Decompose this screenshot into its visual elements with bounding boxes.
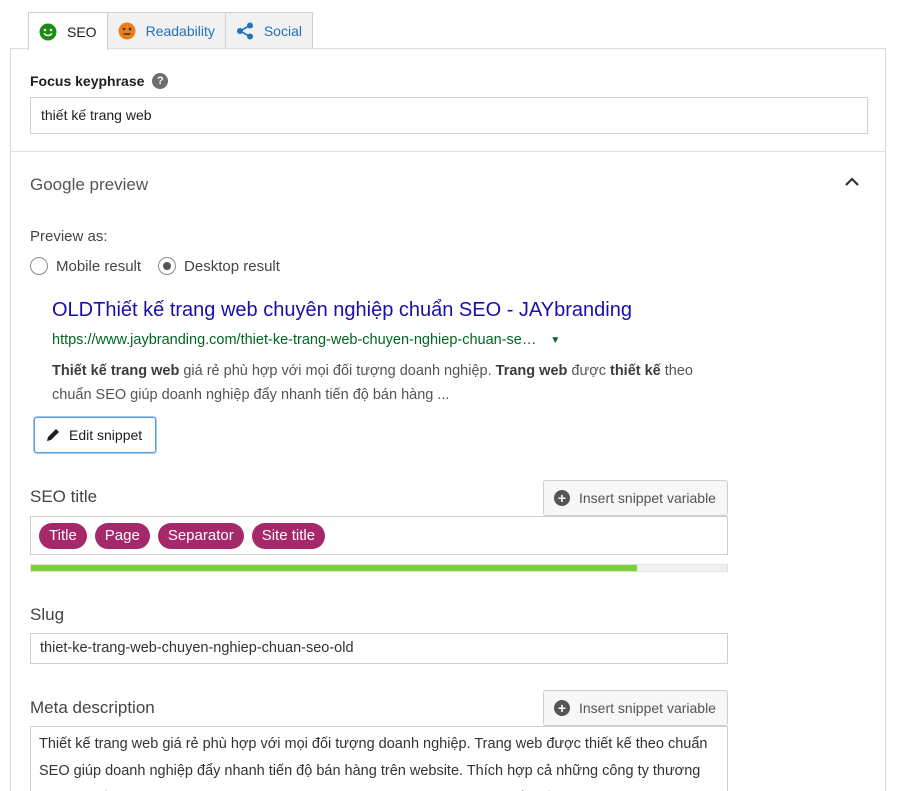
meta-description-label: Meta description — [30, 698, 155, 717]
chevron-up-icon[interactable] — [843, 173, 861, 191]
desc-text-2: được — [567, 363, 610, 379]
smiley-orange-icon — [118, 22, 136, 40]
meta-description-insert-variable-button[interactable]: + Insert snippet variable — [543, 690, 728, 726]
preview-mode-radios: Mobile result Desktop result — [30, 257, 297, 275]
snippet-variable-title[interactable]: Title — [39, 522, 87, 549]
mobile-result-option[interactable]: Mobile result — [30, 257, 141, 275]
desc-bold-1: Thiết kế trang web — [52, 363, 180, 379]
snippet-preview-title[interactable]: OLDThiết kế trang web chuyên nghiệp chuẩ… — [52, 299, 632, 322]
snippet-variable-separator[interactable]: Separator — [157, 522, 244, 549]
tab-readability-label: Readability — [145, 23, 215, 39]
mobile-result-label: Mobile result — [56, 257, 142, 275]
seo-panel: Focus keyphrase ? thiết kế trang web Goo… — [10, 48, 886, 791]
insert-variable-label: Insert snippet variable — [579, 490, 716, 506]
metabox-tabs: SEO Readability Social — [28, 12, 313, 50]
pencil-icon — [45, 427, 61, 443]
tab-readability[interactable]: Readability — [106, 12, 226, 49]
slug-input[interactable]: thiet-ke-trang-web-chuyen-nghiep-chuan-s… — [30, 633, 728, 664]
meta-description-input[interactable]: Thiết kế trang web giá rẻ phù hợp với mọ… — [30, 726, 728, 791]
share-icon — [236, 22, 254, 40]
progress-fill — [31, 565, 637, 571]
seo-title-label: SEO title — [30, 487, 98, 506]
snippet-variable-page[interactable]: Page — [94, 522, 150, 549]
focus-keyphrase-label: Focus keyphrase ? — [30, 73, 169, 89]
snippet-preview-url[interactable]: https://www.jaybranding.com/thiet-ke-tra… — [52, 332, 560, 348]
seo-title-length-progress — [30, 564, 728, 572]
preview-as-label: Preview as: — [30, 228, 108, 245]
tab-social-label: Social — [263, 23, 302, 39]
insert-variable-label: Insert snippet variable — [579, 700, 716, 716]
snippet-preview-description[interactable]: Thiết kế trang web giá rẻ phù hợp với mọ… — [52, 359, 712, 407]
slug-label: Slug — [30, 605, 65, 624]
desktop-result-radio[interactable] — [158, 257, 177, 275]
smiley-green-icon — [39, 23, 57, 41]
desc-bold-3: thiết kế — [609, 363, 661, 379]
focus-keyphrase-input[interactable]: thiết kế trang web — [30, 97, 868, 134]
desktop-result-label: Desktop result — [184, 257, 280, 275]
snippet-variable-site-title[interactable]: Site title — [251, 522, 326, 549]
google-preview-heading: Google preview — [30, 175, 149, 194]
tab-seo-label: SEO — [67, 23, 97, 40]
tab-seo[interactable]: SEO — [28, 12, 108, 50]
edit-snippet-button[interactable]: Edit snippet — [34, 417, 156, 453]
seo-title-input[interactable]: Title Page Separator Site title — [30, 516, 728, 555]
snippet-preview-url-text: https://www.jaybranding.com/thiet-ke-tra… — [52, 332, 537, 348]
caret-down-icon: ▼ — [550, 334, 561, 346]
help-icon[interactable]: ? — [152, 73, 169, 89]
tab-social[interactable]: Social — [224, 12, 313, 49]
focus-keyphrase-label-text: Focus keyphrase — [30, 73, 145, 89]
plus-circle-icon: + — [554, 700, 570, 716]
seo-title-insert-variable-button[interactable]: + Insert snippet variable — [543, 480, 728, 516]
mobile-result-radio[interactable] — [30, 257, 48, 275]
desc-text-1: giá rẻ phù hợp với mọi đối tượng doanh n… — [179, 363, 496, 379]
plus-circle-icon: + — [554, 490, 570, 506]
edit-snippet-label: Edit snippet — [69, 427, 143, 443]
desktop-result-option[interactable]: Desktop result — [158, 257, 280, 275]
desc-bold-2: Trang web — [495, 363, 568, 379]
focus-keyphrase-section: Focus keyphrase ? thiết kế trang web — [11, 49, 885, 152]
